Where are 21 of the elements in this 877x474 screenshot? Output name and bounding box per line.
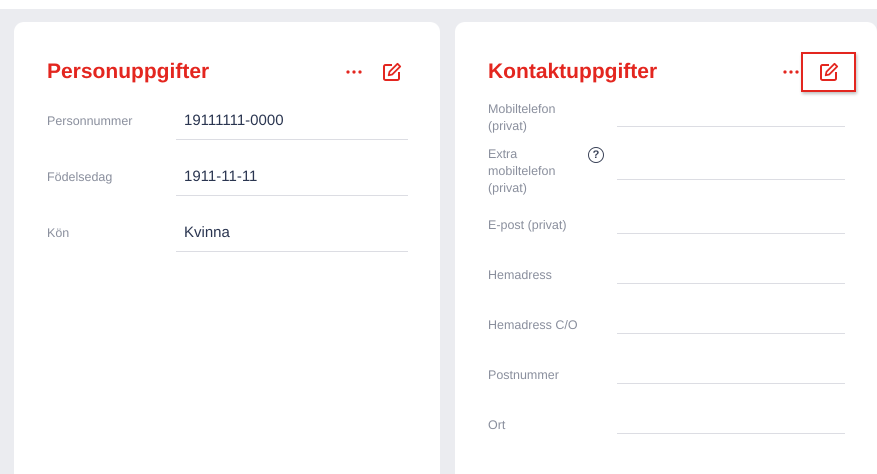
field-label: E-post (privat) (488, 216, 566, 234)
field-value: 1911-11-11 (176, 158, 408, 196)
card-title: Personuppgifter (47, 59, 210, 85)
field-label: Mobiltelefon (privat) (488, 101, 556, 135)
edit-icon (818, 62, 838, 82)
field-label: Kön (47, 224, 70, 242)
field-value: 19111111-0000 (176, 102, 408, 140)
field-label: Personnummer (47, 112, 132, 130)
help-icon[interactable]: ? (588, 147, 604, 163)
edit-icon (382, 62, 402, 82)
card-title: Kontaktuppgifter (488, 59, 658, 85)
edit-button[interactable] (801, 52, 856, 92)
field-label: Ort (488, 416, 506, 434)
field-label: Hemadress C/O (488, 316, 578, 334)
field-label: Extra mobiltelefon (privat) (488, 146, 556, 197)
field-value: Kvinna (176, 214, 408, 252)
field-label: Födelsedag (47, 168, 112, 186)
more-icon[interactable] (783, 70, 799, 74)
more-icon[interactable] (346, 70, 362, 74)
field-label: Hemadress (488, 266, 552, 284)
field-label: Postnummer (488, 366, 559, 384)
